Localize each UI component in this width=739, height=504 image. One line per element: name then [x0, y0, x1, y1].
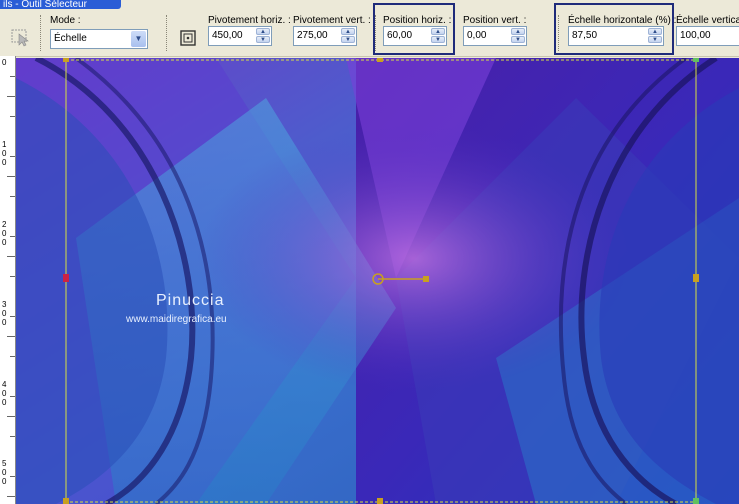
vertical-ruler: 0 100 200 300 400 500	[0, 56, 16, 504]
pivot-v-field[interactable]: 275,00 ▲ ▼	[293, 26, 357, 46]
spin-down-icon[interactable]: ▼	[256, 36, 270, 43]
spin-up-icon[interactable]: ▲	[511, 28, 525, 35]
scale-v-label: Échelle verticale	[676, 15, 739, 26]
pos-h-field[interactable]: 60,00 ▲ ▼	[383, 26, 447, 46]
mode-label: Mode :	[50, 15, 81, 26]
ruler-label: 200	[2, 220, 7, 247]
mode-select[interactable]: Échelle ▼	[50, 29, 148, 49]
chevron-down-icon[interactable]: ▼	[131, 31, 146, 47]
ruler-label: 300	[2, 300, 7, 327]
spin-up-icon[interactable]: ▲	[256, 28, 270, 35]
spin-down-icon[interactable]: ▼	[431, 36, 445, 43]
spin-down-icon[interactable]: ▼	[341, 36, 355, 43]
pivot-h-field[interactable]: 450,00 ▲ ▼	[208, 26, 272, 46]
spin-down-icon[interactable]: ▼	[648, 36, 662, 43]
tool-options-toolbar: Mode : Échelle ▼ Pivotement horiz. : 450…	[0, 3, 739, 57]
scale-v-field[interactable]: 100,00	[676, 26, 739, 46]
pos-v-value: 0,00	[467, 30, 487, 41]
watermark-url: www.maidiregrafica.eu	[126, 314, 227, 325]
selector-tool-icon[interactable]	[10, 27, 30, 47]
ruler-label: 0	[2, 58, 7, 67]
spin-up-icon[interactable]: ▲	[341, 28, 355, 35]
pos-h-label: Position horiz. :	[383, 15, 452, 26]
ruler-label: 100	[2, 140, 7, 167]
pivot-v-value: 275,00	[297, 30, 328, 41]
artwork-image	[16, 58, 739, 504]
scale-h-field[interactable]: 87,50 ▲ ▼	[568, 26, 664, 46]
window-title: ils - Outil Sélecteur	[0, 0, 121, 9]
scale-h-value: 87,50	[572, 30, 598, 41]
pivot-h-label: Pivotement horiz. :	[208, 15, 291, 26]
ruler-label: 500	[2, 459, 7, 486]
pivot-frame-icon[interactable]	[179, 29, 197, 47]
ruler-label: 400	[2, 380, 7, 407]
spin-down-icon[interactable]: ▼	[511, 36, 525, 43]
pivot-v-label: Pivotement vert. :	[293, 15, 371, 26]
watermark-name: Pinuccia	[156, 292, 225, 309]
spin-up-icon[interactable]: ▲	[431, 28, 445, 35]
pos-v-field[interactable]: 0,00 ▲ ▼	[463, 26, 527, 46]
pivot-h-value: 450,00	[212, 30, 243, 41]
scale-v-value: 100,00	[680, 30, 711, 41]
scale-h-label: Échelle horizontale (%) :	[568, 15, 677, 26]
spin-up-icon[interactable]: ▲	[648, 28, 662, 35]
mode-value: Échelle	[54, 33, 87, 44]
pos-h-value: 60,00	[387, 30, 413, 41]
pos-v-label: Position vert. :	[463, 15, 527, 26]
image-canvas[interactable]: Pinuccia www.maidiregrafica.eu	[16, 58, 739, 504]
